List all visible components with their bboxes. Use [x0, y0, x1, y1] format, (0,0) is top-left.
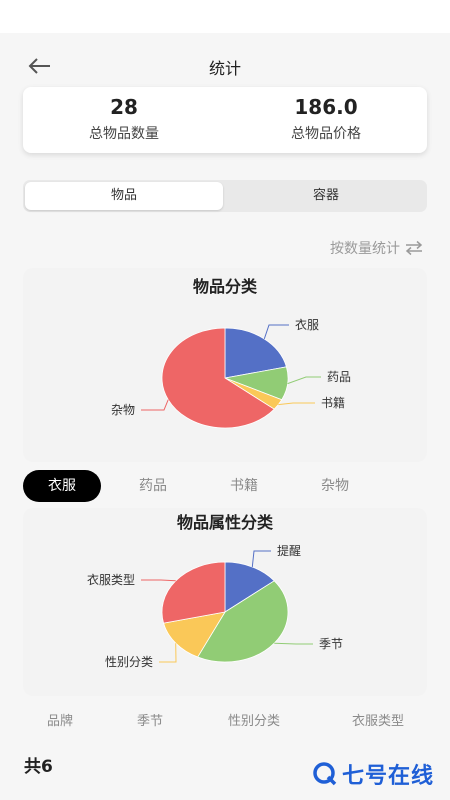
- q-logo-icon: [313, 762, 337, 786]
- chip-books[interactable]: 书籍: [212, 470, 276, 502]
- header: 统计: [0, 45, 450, 87]
- summary-card: 28 总物品数量 186.0 总物品价格: [23, 87, 427, 153]
- pie-label-0: 衣服: [295, 317, 319, 332]
- pie-leader-line-2: [159, 643, 177, 663]
- total-count-text: 共6: [24, 757, 53, 777]
- chip-misc[interactable]: 杂物: [303, 470, 367, 502]
- total-price-stat: 186.0 总物品价格: [225, 95, 427, 143]
- pie-label-1: 季节: [319, 637, 343, 651]
- total-price-label: 总物品价格: [291, 126, 361, 142]
- category-chart-card: 物品分类 衣服药品书籍杂物: [23, 268, 427, 462]
- tab-season[interactable]: 季节: [137, 710, 163, 729]
- watermark-text: 七号在线: [341, 764, 434, 789]
- sort-toggle[interactable]: 按数量统计: [330, 238, 424, 258]
- pie-label-3: 衣服类型: [87, 572, 135, 587]
- tab-gender[interactable]: 性别分类: [228, 710, 280, 729]
- pie-label-2: 性别分类: [105, 655, 153, 669]
- attribute-tab-row: 品牌 季节 性别分类 衣服类型: [0, 710, 450, 732]
- watermark: 七号在线: [312, 756, 434, 792]
- pie-label-3: 杂物: [111, 403, 135, 417]
- tab-items[interactable]: 物品: [25, 182, 223, 210]
- pie-leader-line-0: [251, 550, 271, 568]
- tab-containers[interactable]: 容器: [227, 182, 425, 210]
- pie-leader-line-1: [274, 642, 313, 645]
- chart1-title: 物品分类: [193, 277, 258, 296]
- total-count-stat: 28 总物品数量: [23, 95, 225, 143]
- sort-label: 按数量统计: [330, 241, 400, 257]
- pie-leader-line-0: [263, 324, 289, 340]
- page-title: 统计: [208, 59, 241, 78]
- swap-arrows-icon: [405, 240, 423, 256]
- pie-slice-3: [161, 561, 226, 624]
- total-price-value: 186.0: [294, 95, 358, 119]
- total-count-value: 28: [110, 95, 138, 119]
- pie-label-1: 药品: [327, 370, 351, 384]
- pie-leader-line-3: [141, 579, 176, 582]
- tab-clothing-type[interactable]: 衣服类型: [352, 710, 404, 729]
- items-containers-switch: 物品 容器: [23, 180, 427, 212]
- pie-leader-line-1: [287, 376, 321, 385]
- pie-label-0: 提醒: [277, 543, 301, 558]
- category-chip-row: 衣服 药品 书籍 杂物: [23, 470, 427, 502]
- attribute-chart-card: 物品属性分类 提醒季节性别分类 衣服类型: [23, 508, 427, 696]
- attribute-pie-chart: 物品属性分类 提醒季节性别分类 衣服类型: [87, 513, 343, 669]
- pie-leader-line-3: [141, 399, 169, 411]
- tab-brand[interactable]: 品牌: [47, 710, 73, 729]
- chart2-title: 物品属性分类: [177, 513, 274, 532]
- category-pie-chart: 物品分类 衣服药品书籍杂物: [111, 277, 351, 429]
- status-bar-area: [0, 0, 450, 33]
- chip-medicine[interactable]: 药品: [121, 470, 185, 502]
- chip-clothes[interactable]: 衣服: [23, 470, 101, 502]
- pie-label-2: 书籍: [321, 395, 345, 410]
- pie-leader-line-2: [278, 402, 315, 406]
- total-count-label: 总物品数量: [89, 126, 159, 142]
